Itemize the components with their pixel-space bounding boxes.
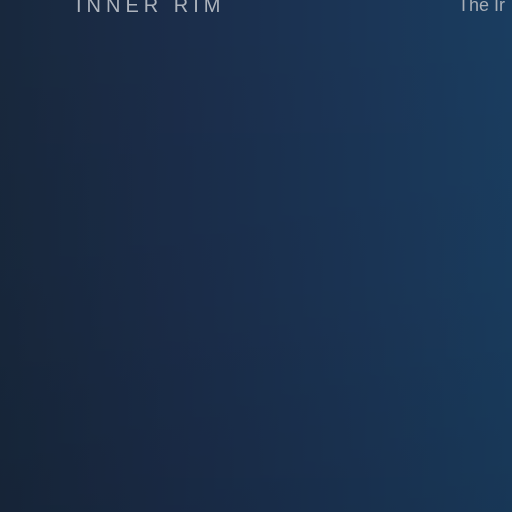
background-vignette [0,0,512,512]
region-title: INNER RIM [76,0,226,17]
region-description-text: The Ir [458,0,506,15]
